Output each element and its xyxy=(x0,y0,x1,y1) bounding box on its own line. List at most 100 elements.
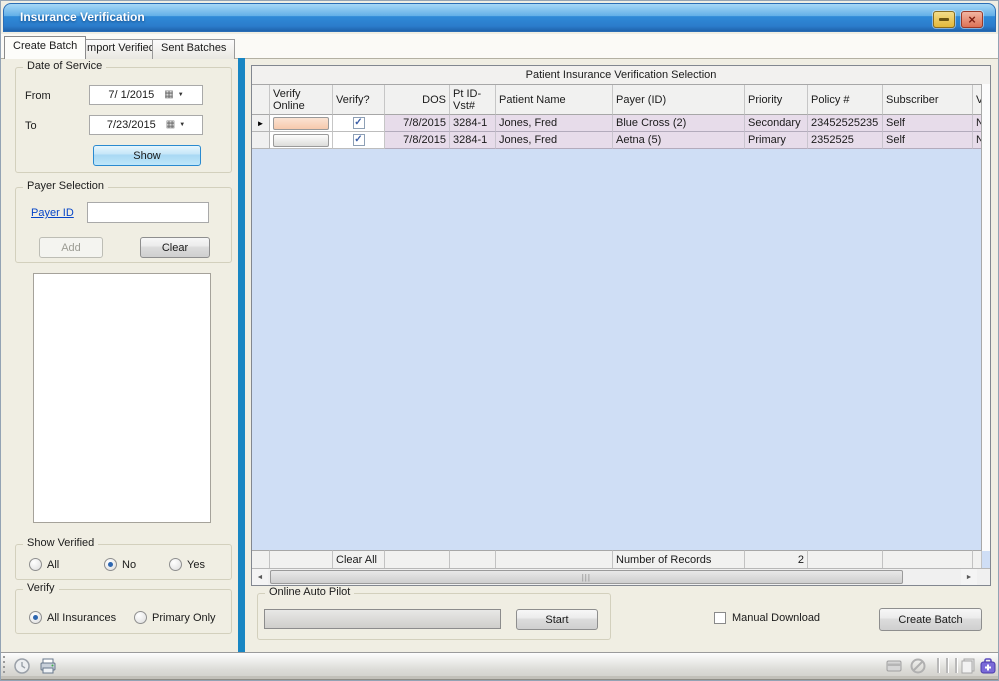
verify-checkbox[interactable] xyxy=(353,134,365,146)
payer-id-link[interactable]: Payer ID xyxy=(31,207,74,219)
calendar-icon: ▦ xyxy=(164,90,173,100)
chevron-down-icon[interactable]: ▼ xyxy=(179,122,185,128)
grid-footer-row: Clear All Number of Records 2 xyxy=(252,550,990,568)
scrollbar-track[interactable]: ||| xyxy=(268,569,961,585)
records-value-cell: 2 xyxy=(745,550,808,568)
scroll-right-icon[interactable]: ► xyxy=(961,569,977,585)
status-bar xyxy=(1,652,998,680)
footer-dos-cell xyxy=(385,550,450,568)
radio-label: Primary Only xyxy=(152,612,216,624)
medical-bag-icon[interactable] xyxy=(979,657,997,675)
radio-icon[interactable] xyxy=(29,558,42,571)
verify-cell xyxy=(333,132,385,149)
grid-header-row: Verify Online Verify? DOS Pt ID-Vst# Pat… xyxy=(252,85,990,115)
table-row[interactable]: ► 7/8/2015 3284-1 Jones, Fred Blue Cross… xyxy=(252,115,990,132)
row-selector-cell[interactable]: ► xyxy=(252,115,270,132)
header-dos[interactable]: DOS xyxy=(385,85,450,115)
date-of-service-title: Date of Service xyxy=(23,60,106,72)
grid-caption: Patient Insurance Verification Selection xyxy=(252,66,990,85)
panel-splitter[interactable] xyxy=(238,58,245,654)
manual-download-option[interactable]: Manual Download xyxy=(714,612,820,624)
header-patient-name[interactable]: Patient Name xyxy=(496,85,613,115)
statusbar-bottom-edge xyxy=(1,676,998,680)
to-label: To xyxy=(25,120,37,132)
header-policy[interactable]: Policy # xyxy=(808,85,883,115)
radio-icon[interactable] xyxy=(134,611,147,624)
row-selector-cell[interactable] xyxy=(252,132,270,149)
documents-icon[interactable] xyxy=(959,657,977,675)
tab-create-batch[interactable]: Create Batch xyxy=(4,36,86,59)
from-date-field[interactable]: 7/ 1/2015 ▦ ▼ xyxy=(89,85,203,105)
footer-verify-online-cell xyxy=(270,550,333,568)
dos-cell: 7/8/2015 xyxy=(385,132,450,149)
chevron-down-icon[interactable]: ▼ xyxy=(178,92,184,98)
scroll-left-icon[interactable]: ◄ xyxy=(252,569,268,585)
radio-icon[interactable] xyxy=(104,558,117,571)
policy-cell: 23452525235 xyxy=(808,115,883,132)
verify-checkbox[interactable] xyxy=(353,117,365,129)
add-button[interactable]: Add xyxy=(39,237,103,258)
header-priority[interactable]: Priority xyxy=(745,85,808,115)
close-icon: × xyxy=(968,13,976,26)
verify-all-insurances-radio[interactable]: All Insurances xyxy=(29,611,116,624)
show-verified-all-radio[interactable]: All xyxy=(29,558,59,571)
verify-title: Verify xyxy=(23,582,59,594)
priority-cell: Primary xyxy=(745,132,808,149)
verify-online-button[interactable] xyxy=(273,134,329,147)
tab-import-verified[interactable]: Import Verified xyxy=(75,39,164,59)
footer-subscriber-cell xyxy=(883,550,973,568)
footer-policy-cell xyxy=(808,550,883,568)
verify-online-cell xyxy=(270,132,333,149)
tab-sent-batches[interactable]: Sent Batches xyxy=(152,39,235,59)
tab-strip: Create Batch Import Verified Sent Batche… xyxy=(1,34,998,59)
payer-listbox[interactable] xyxy=(33,273,211,523)
table-row[interactable]: 7/8/2015 3284-1 Jones, Fred Aetna (5) Pr… xyxy=(252,132,990,149)
header-verify-online[interactable]: Verify Online xyxy=(270,85,333,115)
footer-verified-cell xyxy=(973,550,982,568)
radio-icon[interactable] xyxy=(29,611,42,624)
radio-label: No xyxy=(122,559,136,571)
clear-button[interactable]: Clear xyxy=(140,237,210,258)
clear-all-cell[interactable]: Clear All xyxy=(333,550,385,568)
grid-empty-area xyxy=(252,149,990,550)
records-label-cell: Number of Records xyxy=(613,550,745,568)
header-pt-id[interactable]: Pt ID-Vst# xyxy=(450,85,496,115)
printer-icon[interactable] xyxy=(39,657,57,675)
patient-grid: Patient Insurance Verification Selection… xyxy=(251,65,991,586)
footer-selector-cell xyxy=(252,550,270,568)
verify-online-button[interactable] xyxy=(273,117,329,130)
payer-id-input[interactable] xyxy=(87,202,209,223)
radio-icon[interactable] xyxy=(169,558,182,571)
to-date-field[interactable]: 7/23/2015 ▦ ▼ xyxy=(89,115,203,135)
manual-download-checkbox[interactable] xyxy=(714,612,726,624)
vertical-scrollbar[interactable] xyxy=(981,84,990,551)
header-row-selector xyxy=(252,85,270,115)
close-button[interactable]: × xyxy=(961,11,983,28)
from-label: From xyxy=(25,90,51,102)
header-payer[interactable]: Payer (ID) xyxy=(613,85,745,115)
prohibition-icon[interactable] xyxy=(909,657,927,675)
insurance-verification-window: Insurance Verification × Create Batch Im… xyxy=(0,0,999,681)
clock-icon[interactable] xyxy=(13,657,31,675)
titlebar[interactable]: Insurance Verification × xyxy=(3,3,996,32)
header-verify[interactable]: Verify? xyxy=(333,85,385,115)
show-verified-yes-radio[interactable]: Yes xyxy=(169,558,205,571)
minimize-button[interactable] xyxy=(933,11,955,28)
statusbar-separator-bars xyxy=(937,658,958,673)
show-verified-no-radio[interactable]: No xyxy=(104,558,136,571)
radio-label: All xyxy=(47,559,59,571)
header-subscriber[interactable]: Subscriber xyxy=(883,85,973,115)
scrollbar-thumb[interactable]: ||| xyxy=(270,570,903,584)
create-batch-button[interactable]: Create Batch xyxy=(879,608,982,631)
show-button[interactable]: Show xyxy=(93,145,201,166)
horizontal-scrollbar[interactable]: ◄ ||| ► xyxy=(252,568,990,585)
radio-label: Yes xyxy=(187,559,205,571)
card-icon[interactable] xyxy=(885,657,903,675)
start-button[interactable]: Start xyxy=(516,609,598,630)
verify-primary-only-radio[interactable]: Primary Only xyxy=(134,611,216,624)
window-title: Insurance Verification xyxy=(20,10,145,24)
payer-cell: Aetna (5) xyxy=(613,132,745,149)
policy-cell: 2352525 xyxy=(808,132,883,149)
pt-id-cell: 3284-1 xyxy=(450,115,496,132)
calendar-icon: ▦ xyxy=(166,120,175,130)
